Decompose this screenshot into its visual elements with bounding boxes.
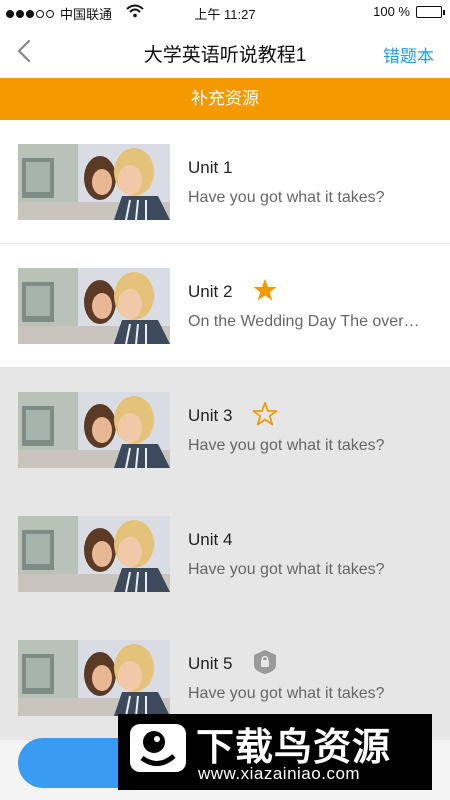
unit-list: Unit 1 Have you got what it takes? Unit 2… — [0, 120, 450, 740]
unit-list-item[interactable]: Unit 2 On the Wedding Day The over… — [0, 244, 450, 368]
wrong-answers-button[interactable]: 错题本 — [383, 42, 434, 67]
watermark-logo: 下载鸟资源 www.xiazainiao.com — [118, 714, 432, 790]
star-outline-icon[interactable] — [252, 401, 278, 427]
unit-thumbnail-image — [18, 268, 170, 344]
unit-subtitle: Have you got what it takes? — [188, 685, 385, 702]
unit-subtitle: On the Wedding Day The over… — [188, 313, 420, 330]
battery-group: 100 % — [373, 4, 445, 19]
watermark-url: www.xiazainiao.com — [198, 764, 361, 783]
unit-title: Unit 2 — [188, 282, 233, 301]
lock-icon — [254, 650, 276, 674]
unit-thumbnail-image — [18, 392, 170, 468]
unit-subtitle: Have you got what it takes? — [188, 437, 385, 454]
bird-logo-icon — [130, 724, 186, 772]
unit-list-item[interactable]: Unit 1 Have you got what it takes? — [0, 120, 450, 244]
unit-thumbnail-image — [18, 516, 170, 592]
battery-icon — [416, 5, 445, 18]
watermark-brand: 下载鸟资源 — [196, 727, 392, 769]
battery-percent: 100 % — [373, 4, 410, 19]
star-filled-icon[interactable] — [252, 277, 278, 303]
unit-list-item[interactable]: Unit 4 Have you got what it takes? — [0, 492, 450, 616]
unit-subtitle: Have you got what it takes? — [188, 189, 385, 206]
unit-list-item[interactable]: Unit 3 Have you got what it takes? — [0, 368, 450, 492]
supplementary-resources-banner[interactable]: 补充资源 — [0, 78, 450, 120]
unit-title: Unit 5 — [188, 654, 233, 673]
unit-title: Unit 3 — [188, 406, 233, 425]
unit-title: Unit 4 — [188, 530, 233, 549]
unit-thumbnail-image — [18, 144, 170, 220]
unit-subtitle: Have you got what it takes? — [188, 561, 385, 578]
status-bar: 中国联通 上午 11:27 100 % — [0, 0, 450, 26]
unit-title: Unit 1 — [188, 158, 233, 177]
unit-thumbnail-image — [18, 640, 170, 716]
navigation-bar: 大学英语听说教程1 错题本 — [0, 26, 450, 78]
